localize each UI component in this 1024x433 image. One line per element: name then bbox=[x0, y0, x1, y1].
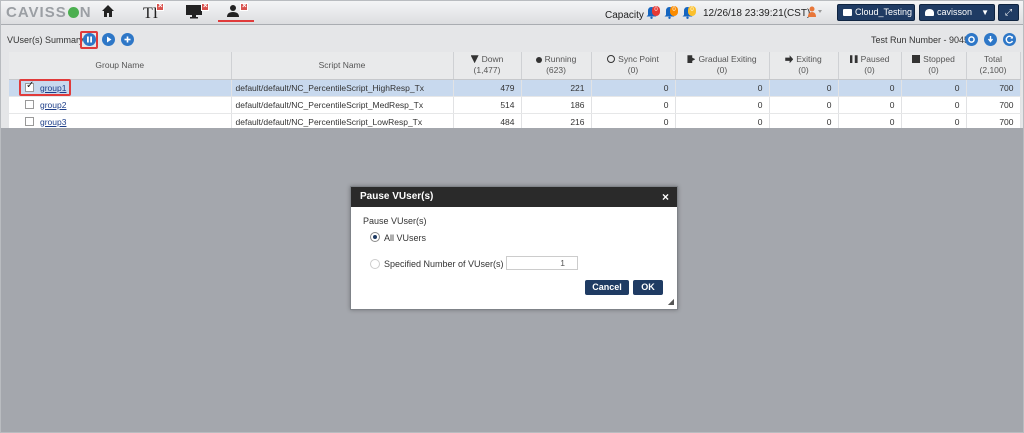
user-menu-button[interactable]: cavisson ▼ bbox=[919, 4, 995, 21]
paused-cell: 0 bbox=[838, 96, 902, 114]
datetime: 12/26/18 23:39:21(CST) bbox=[703, 8, 811, 19]
refresh-button[interactable] bbox=[1003, 33, 1016, 46]
logo-o-icon bbox=[67, 7, 79, 18]
stopped-cell: 0 bbox=[901, 96, 967, 114]
text-tool-icon[interactable]: TI bbox=[143, 1, 164, 22]
active-tab-underline bbox=[218, 20, 254, 22]
total-cell: 700 bbox=[966, 79, 1021, 97]
paused-cell: 0 bbox=[838, 79, 902, 97]
col-down[interactable]: Down (1,477) bbox=[453, 52, 522, 80]
ok-button[interactable]: OK bbox=[633, 280, 663, 295]
col-total[interactable]: Total (2,100) bbox=[966, 52, 1021, 80]
test-run-number: Test Run Number - 9045 bbox=[871, 35, 970, 45]
group1-highlight bbox=[19, 79, 71, 96]
app-logo: CAVISS N bbox=[6, 4, 92, 21]
project-icon bbox=[843, 9, 852, 16]
project-button[interactable]: Cloud_Testing bbox=[837, 4, 915, 21]
vuser-count-input[interactable]: 1 bbox=[506, 256, 578, 270]
vuser-table: Group Name Script Name Down (1,477) Runni… bbox=[9, 52, 1021, 131]
row-checkbox[interactable] bbox=[25, 116, 34, 126]
col-paused[interactable]: Paused (0) bbox=[838, 52, 902, 80]
col-gradual-exiting[interactable]: Gradual Exiting (0) bbox=[675, 52, 770, 80]
cancel-button[interactable]: Cancel bbox=[585, 280, 629, 295]
group-link[interactable]: group2 bbox=[40, 100, 66, 110]
download-button[interactable] bbox=[984, 33, 997, 46]
script-cell: default/default/NC_PercentileScript_High… bbox=[231, 79, 454, 97]
hourglass-icon bbox=[470, 55, 479, 64]
resume-button[interactable] bbox=[102, 33, 115, 46]
alert-bell-icon[interactable]: 0 bbox=[646, 6, 660, 19]
gradual-exit-icon bbox=[687, 55, 696, 64]
all-vusers-radio[interactable] bbox=[370, 232, 380, 242]
add-button[interactable] bbox=[121, 33, 134, 46]
running-cell: 221 bbox=[521, 79, 592, 97]
col-running[interactable]: Running (623) bbox=[521, 52, 592, 80]
summary-toolbar: VUser(s) Summary Test Run Number - 9045 bbox=[1, 30, 1023, 50]
pause-icon bbox=[849, 55, 858, 64]
exit-icon bbox=[785, 55, 794, 64]
bell-count: 0 bbox=[688, 6, 696, 16]
close-badge-icon bbox=[240, 1, 248, 11]
group-cell: group2 bbox=[9, 96, 232, 114]
sync-point-icon bbox=[607, 55, 616, 64]
down-cell: 514 bbox=[453, 96, 522, 114]
monitor-icon[interactable] bbox=[185, 1, 209, 22]
stop-icon bbox=[912, 55, 921, 64]
sync-cell: 0 bbox=[591, 79, 676, 97]
fullscreen-button[interactable]: ⤢ bbox=[998, 4, 1019, 21]
close-badge-icon bbox=[201, 1, 209, 11]
col-sync-point[interactable]: Sync Point (0) bbox=[591, 52, 676, 80]
close-badge-icon bbox=[156, 1, 164, 11]
specified-vusers-label: Specified Number of VUser(s) bbox=[384, 259, 504, 269]
table-row[interactable]: group1 default/default/NC_PercentileScri… bbox=[9, 79, 1021, 97]
exiting-cell: 0 bbox=[769, 79, 839, 97]
row-checkbox[interactable] bbox=[25, 99, 34, 109]
col-exiting[interactable]: Exiting (0) bbox=[769, 52, 839, 80]
close-icon[interactable]: × bbox=[662, 187, 669, 207]
settings-button[interactable] bbox=[965, 33, 978, 46]
warning-bell-icon[interactable]: 0 bbox=[664, 6, 678, 19]
resize-grip-icon[interactable]: ◢ bbox=[668, 297, 674, 306]
total-cell: 700 bbox=[966, 96, 1021, 114]
gradual-cell: 0 bbox=[675, 79, 770, 97]
gradual-cell: 0 bbox=[675, 96, 770, 114]
sync-cell: 0 bbox=[591, 96, 676, 114]
group-link[interactable]: group3 bbox=[40, 117, 66, 127]
col-script-name[interactable]: Script Name bbox=[231, 52, 454, 80]
dialog-section-label: Pause VUser(s) bbox=[363, 216, 427, 226]
stopped-cell: 0 bbox=[901, 79, 967, 97]
user-icon bbox=[925, 9, 934, 16]
info-bell-icon[interactable]: 0 bbox=[682, 6, 696, 19]
exiting-cell: 0 bbox=[769, 96, 839, 114]
bell-count: 0 bbox=[670, 6, 678, 16]
dialog-title: Pause VUser(s) bbox=[360, 191, 434, 202]
down-cell: 479 bbox=[453, 79, 522, 97]
running-icon bbox=[535, 57, 542, 64]
capacity-label: Capacity bbox=[605, 10, 644, 21]
script-cell: default/default/NC_PercentileScript_MedR… bbox=[231, 96, 454, 114]
running-cell: 186 bbox=[521, 96, 592, 114]
bell-count: 0 bbox=[652, 6, 660, 16]
col-group-name[interactable]: Group Name bbox=[9, 52, 232, 80]
dialog-header: Pause VUser(s) × bbox=[351, 187, 677, 207]
all-vusers-label: All VUsers bbox=[384, 233, 427, 243]
specified-vusers-radio[interactable] bbox=[370, 259, 380, 269]
table-row[interactable]: group2 default/default/NC_PercentileScri… bbox=[9, 96, 1021, 114]
home-icon[interactable] bbox=[101, 4, 115, 22]
chevron-down-icon: ▼ bbox=[981, 8, 989, 17]
pause-highlight bbox=[80, 31, 98, 49]
top-bar: CAVISSN TI Capacity 0 0 0 12/26/18 23:39… bbox=[1, 1, 1023, 25]
table-header-row: Group Name Script Name Down (1,477) Runni… bbox=[9, 52, 1021, 80]
col-stopped[interactable]: Stopped (0) bbox=[901, 52, 967, 80]
run-status-icon[interactable] bbox=[807, 6, 825, 18]
expand-icon: ⤢ bbox=[1004, 7, 1013, 17]
pause-vusers-dialog: Pause VUser(s) × Pause VUser(s) All VUse… bbox=[350, 186, 678, 310]
summary-title: VUser(s) Summary bbox=[7, 35, 84, 45]
